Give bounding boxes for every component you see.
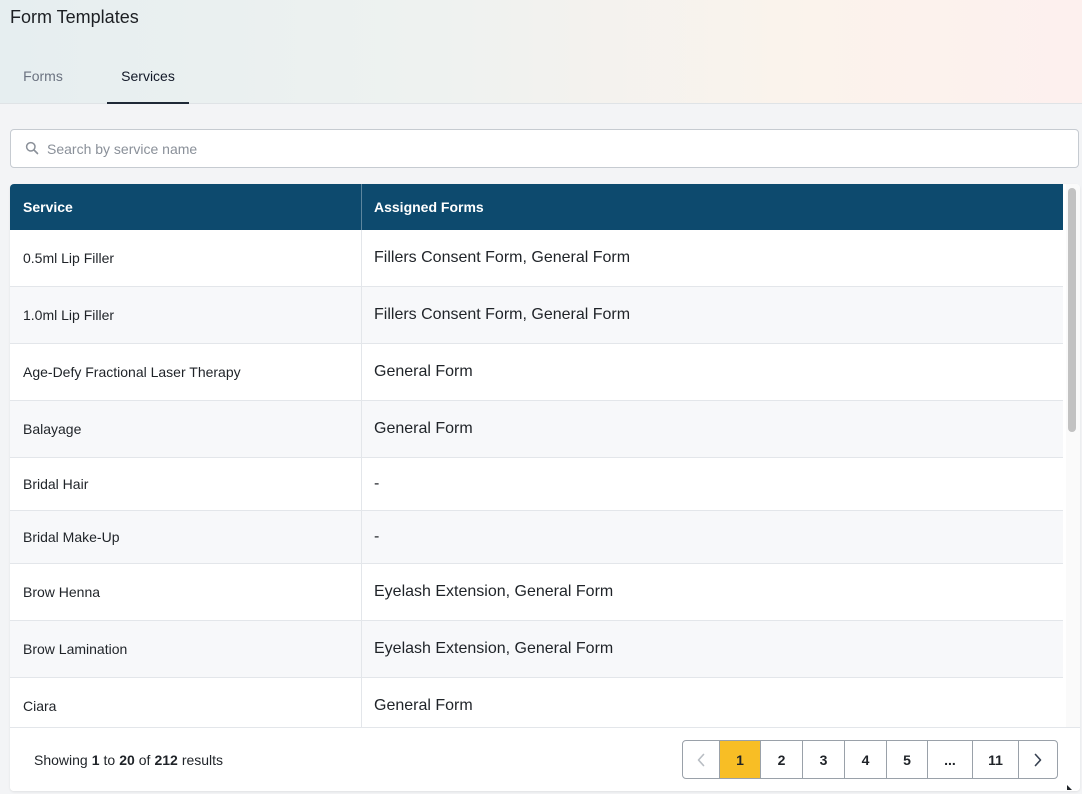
table-row[interactable]: Balayage General Form bbox=[10, 401, 1063, 458]
tab-forms[interactable]: Forms bbox=[10, 58, 76, 104]
page-button-2[interactable]: 2 bbox=[761, 741, 803, 778]
service-cell: Brow Henna bbox=[23, 584, 101, 600]
page-button-5[interactable]: 5 bbox=[887, 741, 928, 778]
column-divider bbox=[361, 401, 362, 457]
service-cell: Bridal Hair bbox=[23, 476, 89, 492]
prev-page-button[interactable] bbox=[683, 741, 720, 778]
page-button-3[interactable]: 3 bbox=[803, 741, 845, 778]
table-footer: Showing 1 to 20 of 212 results 1 2 3 4 5… bbox=[10, 727, 1080, 791]
table-row[interactable]: Bridal Make-Up - bbox=[10, 511, 1063, 564]
column-divider bbox=[361, 678, 362, 727]
table-row[interactable]: 1.0ml Lip Filler Fillers Consent Form, G… bbox=[10, 287, 1063, 344]
to-label: to bbox=[103, 752, 116, 768]
range-start: 1 bbox=[91, 752, 100, 768]
assigned-forms-cell: Fillers Consent Form, General Form bbox=[374, 306, 631, 323]
results-summary: Showing 1 to 20 of 212 results bbox=[34, 728, 223, 791]
table-body: 0.5ml Lip Filler Fillers Consent Form, G… bbox=[10, 230, 1063, 727]
showing-label: Showing bbox=[34, 752, 88, 768]
page-header: Form Templates Forms Services bbox=[0, 0, 1082, 104]
search-icon bbox=[25, 141, 39, 155]
assigned-forms-cell: Eyelash Extension, General Form bbox=[374, 583, 614, 600]
table-row[interactable]: Brow Henna Eyelash Extension, General Fo… bbox=[10, 564, 1063, 621]
chevron-left-icon bbox=[697, 753, 705, 766]
column-header-service[interactable]: Service bbox=[23, 184, 73, 230]
assigned-forms-cell: - bbox=[374, 475, 380, 492]
service-cell: Bridal Make-Up bbox=[23, 529, 120, 545]
search-box[interactable] bbox=[10, 129, 1079, 168]
page-title: Form Templates bbox=[10, 7, 139, 27]
assigned-forms-cell: Eyelash Extension, General Form bbox=[374, 640, 614, 657]
search-input[interactable] bbox=[47, 130, 1067, 167]
table-row[interactable]: Age-Defy Fractional Laser Therapy Genera… bbox=[10, 344, 1063, 401]
results-label: results bbox=[181, 752, 224, 768]
scrollbar-thumb[interactable] bbox=[1068, 188, 1076, 432]
header-divider bbox=[361, 184, 362, 230]
service-cell: Brow Lamination bbox=[23, 641, 128, 657]
of-label: of bbox=[138, 752, 151, 768]
page-button-11[interactable]: 11 bbox=[973, 741, 1019, 778]
assigned-forms-cell: - bbox=[374, 528, 380, 545]
table-row[interactable]: Ciara General Form bbox=[10, 678, 1063, 727]
column-divider bbox=[361, 511, 362, 563]
resize-corner-icon bbox=[1067, 785, 1072, 790]
assigned-forms-cell: Fillers Consent Form, General Form bbox=[374, 249, 631, 266]
column-divider bbox=[361, 621, 362, 677]
table-header: Service Assigned Forms bbox=[10, 184, 1063, 230]
page-ellipsis: ... bbox=[928, 741, 973, 778]
range-end: 20 bbox=[119, 752, 135, 768]
column-divider bbox=[361, 564, 362, 620]
column-divider bbox=[361, 230, 362, 286]
service-cell: Age-Defy Fractional Laser Therapy bbox=[23, 364, 241, 380]
assigned-forms-cell: General Form bbox=[374, 363, 473, 380]
service-cell: 1.0ml Lip Filler bbox=[23, 307, 115, 323]
pagination: 1 2 3 4 5 ... 11 bbox=[682, 740, 1058, 779]
table-row[interactable]: 0.5ml Lip Filler Fillers Consent Form, G… bbox=[10, 230, 1063, 287]
assigned-forms-cell: General Form bbox=[374, 420, 473, 437]
column-header-assigned-forms[interactable]: Assigned Forms bbox=[374, 184, 484, 230]
service-cell: 0.5ml Lip Filler bbox=[23, 250, 115, 266]
table-row[interactable]: Brow Lamination Eyelash Extension, Gener… bbox=[10, 621, 1063, 678]
table-row[interactable]: Bridal Hair - bbox=[10, 458, 1063, 511]
tab-services[interactable]: Services bbox=[107, 58, 189, 104]
page-button-1[interactable]: 1 bbox=[720, 741, 761, 778]
next-page-button[interactable] bbox=[1019, 741, 1057, 778]
page-button-4[interactable]: 4 bbox=[845, 741, 887, 778]
services-table: Service Assigned Forms 0.5ml Lip Filler … bbox=[10, 184, 1080, 791]
column-divider bbox=[361, 458, 362, 510]
column-divider bbox=[361, 287, 362, 343]
column-divider bbox=[361, 344, 362, 400]
chevron-right-icon bbox=[1034, 753, 1042, 766]
service-cell: Ciara bbox=[23, 698, 57, 714]
results-total: 212 bbox=[154, 752, 178, 768]
assigned-forms-cell: General Form bbox=[374, 697, 473, 714]
service-cell: Balayage bbox=[23, 421, 82, 437]
